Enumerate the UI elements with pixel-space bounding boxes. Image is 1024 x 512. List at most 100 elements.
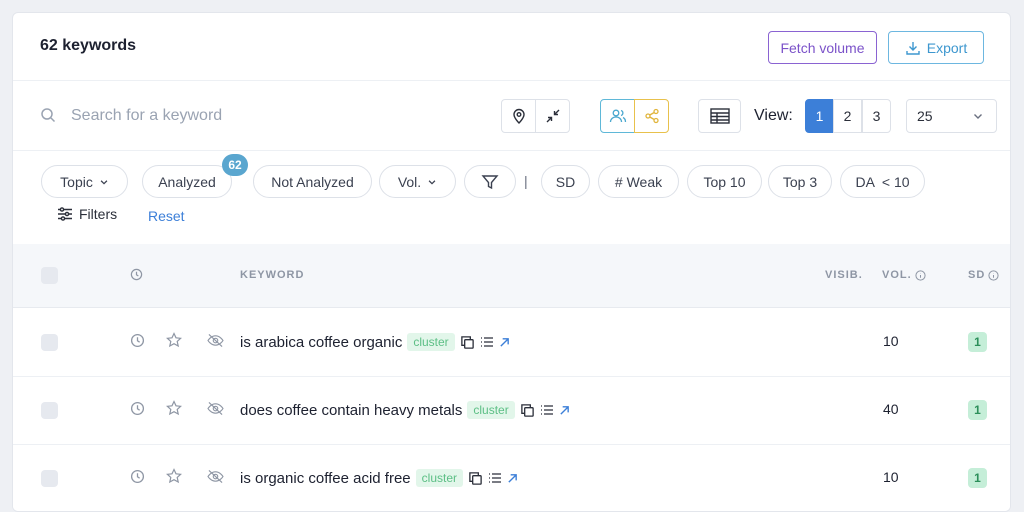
eye-off-icon[interactable]	[207, 469, 224, 484]
cluster-tag: cluster	[407, 333, 455, 351]
eye-off-icon[interactable]	[207, 333, 224, 348]
da-filter-chip[interactable]: DA < 10	[840, 165, 925, 198]
list-icon[interactable]	[488, 472, 502, 484]
table-row: does coffee contain heavy metals cluster…	[13, 377, 1010, 445]
copy-icon[interactable]	[460, 335, 475, 350]
page-title: 62 keywords	[40, 37, 137, 54]
external-link-icon[interactable]	[559, 405, 570, 416]
keyword-cell: is arabica coffee organic cluster	[240, 333, 510, 351]
funnel-icon	[481, 174, 499, 189]
topic-label: Topic	[60, 173, 93, 190]
volume-header-label: VOL.	[882, 269, 912, 281]
export-button[interactable]: Export	[888, 31, 984, 64]
sd-badge: 1	[968, 468, 987, 488]
history-icon	[130, 268, 143, 281]
info-icon	[988, 269, 999, 281]
eye-off-icon[interactable]	[207, 401, 224, 416]
sd-header-label: SD	[968, 269, 986, 281]
fetch-volume-button[interactable]: Fetch volume	[768, 31, 877, 64]
chevron-down-icon	[100, 179, 108, 185]
chevron-down-icon	[974, 114, 982, 119]
not-analyzed-filter-chip[interactable]: Not Analyzed	[253, 165, 372, 198]
location-pin-icon	[512, 108, 525, 124]
cluster-view-button[interactable]	[634, 99, 669, 133]
per-page-value: 25	[917, 108, 933, 124]
external-link-icon[interactable]	[507, 473, 518, 484]
search-toolbar: View: 1 2 3 25	[13, 81, 1010, 151]
star-icon[interactable]	[166, 400, 182, 416]
view-page-1-button[interactable]: 1	[805, 99, 834, 133]
view-page-2-button[interactable]: 2	[833, 99, 862, 133]
cluster-tag: cluster	[467, 401, 515, 419]
select-all-checkbox[interactable]	[41, 267, 58, 284]
chevron-down-icon	[428, 179, 436, 185]
top3-chip-label: Top 3	[782, 173, 818, 190]
per-page-select[interactable]: 25	[906, 99, 997, 133]
volume-filter-chip[interactable]: Vol.	[379, 165, 456, 198]
filters-label: Filters	[79, 206, 118, 222]
sd-filter-chip[interactable]: SD	[541, 165, 590, 198]
info-icon	[915, 269, 926, 281]
table-icon	[709, 108, 730, 124]
keyword-text[interactable]: does coffee contain heavy metals	[240, 402, 462, 419]
share-nodes-icon	[644, 108, 659, 124]
keyword-text[interactable]: is arabica coffee organic	[240, 334, 402, 351]
sd-column-header[interactable]: SD	[968, 269, 999, 281]
collapse-arrows-icon	[546, 109, 559, 123]
users-view-button[interactable]	[600, 99, 635, 133]
topic-filter-chip[interactable]: Topic	[41, 165, 128, 198]
keyword-column-header: KEYWORD	[240, 269, 305, 281]
sd-badge: 1	[968, 400, 987, 420]
row-checkbox[interactable]	[41, 334, 58, 351]
da-chip-label: DA < 10	[855, 173, 910, 190]
filters-button[interactable]: Filters	[57, 206, 117, 222]
search-input[interactable]	[71, 103, 451, 129]
search-icon	[40, 107, 56, 128]
top3-filter-chip[interactable]: Top 3	[768, 165, 832, 198]
top10-chip-label: Top 10	[703, 173, 746, 190]
users-icon	[609, 109, 626, 123]
filter-separator: |	[524, 173, 528, 189]
copy-icon[interactable]	[468, 471, 483, 486]
view-label: View:	[754, 107, 793, 124]
weak-filter-chip[interactable]: # Weak	[598, 165, 679, 198]
keyword-cell: does coffee contain heavy metals cluster	[240, 401, 570, 419]
weak-chip-label: # Weak	[614, 173, 663, 190]
location-button[interactable]	[501, 99, 536, 133]
not-analyzed-label: Not Analyzed	[271, 173, 354, 190]
sliders-icon	[58, 207, 72, 221]
external-link-icon[interactable]	[499, 337, 510, 348]
history-icon[interactable]	[130, 469, 145, 484]
sd-badge: 1	[968, 332, 987, 352]
reset-link[interactable]: Reset	[148, 208, 185, 224]
keywords-panel: 62 keywords Fetch volume Export View: 1 …	[12, 12, 1011, 512]
list-icon[interactable]	[540, 404, 554, 416]
history-icon[interactable]	[130, 333, 145, 348]
top10-filter-chip[interactable]: Top 10	[687, 165, 762, 198]
table-view-button[interactable]	[698, 99, 741, 133]
download-icon	[906, 41, 920, 55]
keyword-text[interactable]: is organic coffee acid free	[240, 470, 411, 487]
volume-value: 40	[883, 401, 899, 417]
keyword-cell: is organic coffee acid free cluster	[240, 469, 518, 487]
volume-value: 10	[883, 333, 899, 349]
list-icon[interactable]	[480, 336, 494, 348]
row-checkbox[interactable]	[41, 470, 58, 487]
row-checkbox[interactable]	[41, 402, 58, 419]
star-icon[interactable]	[166, 332, 182, 348]
volume-value: 10	[883, 469, 899, 485]
table-row: is arabica coffee organic cluster 10 1	[13, 309, 1010, 377]
sd-chip-label: SD	[555, 173, 576, 190]
export-label: Export	[926, 39, 968, 56]
cluster-tag: cluster	[415, 469, 463, 487]
analyzed-count-badge: 62	[222, 154, 248, 176]
analyzed-filter-chip[interactable]: Analyzed	[142, 165, 232, 198]
copy-icon[interactable]	[520, 403, 535, 418]
funnel-filter-button[interactable]	[464, 165, 516, 198]
star-icon[interactable]	[166, 468, 182, 484]
history-icon[interactable]	[130, 401, 145, 416]
volume-column-header[interactable]: VOL.	[882, 269, 926, 281]
table-header: KEYWORD VISIB. VOL. SD	[13, 244, 1010, 308]
view-page-3-button[interactable]: 3	[862, 99, 891, 133]
collapse-button[interactable]	[535, 99, 570, 133]
